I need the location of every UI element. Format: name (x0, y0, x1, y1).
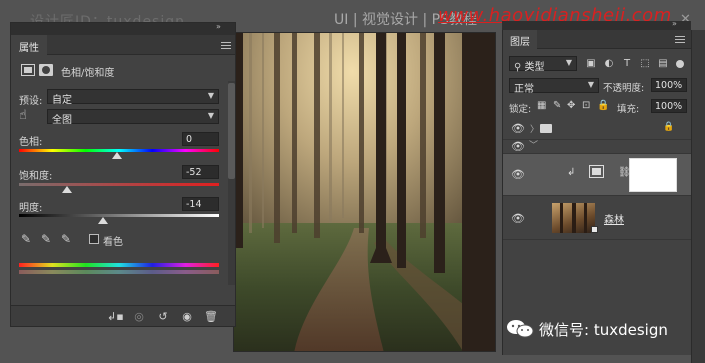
layers-title-bar[interactable]: » (502, 19, 691, 30)
saturation-slider-track[interactable] (19, 183, 219, 186)
preset-dropdown[interactable]: 自定 ▼ (47, 89, 219, 106)
eyedropper-plus-icon[interactable]: ✎ (41, 232, 51, 246)
layer-name-forest[interactable]: 森林 (604, 211, 624, 226)
chevron-right-icon[interactable]: 〉 (530, 122, 539, 135)
collapse-icon[interactable]: » (672, 19, 677, 28)
adjustment-layer-icon[interactable] (21, 64, 35, 76)
layer-row-group-expanded[interactable]: 👁 ﹀ (503, 140, 692, 154)
panel-menu-icon[interactable] (221, 42, 231, 49)
lock-transparent-icon[interactable]: ▦ (537, 100, 546, 111)
trash-icon[interactable]: 🗑 (203, 309, 219, 324)
tab-properties[interactable]: 属性 (11, 35, 47, 55)
hue-label: 色相: (19, 137, 43, 148)
layer-mask-thumbnail[interactable] (629, 158, 677, 192)
adjustment-layer-icon[interactable] (589, 165, 604, 178)
wechat-icon (506, 318, 534, 340)
visibility-eye-icon[interactable]: ◉ (179, 309, 195, 324)
fill-input[interactable]: 100% (651, 99, 687, 113)
lock-position-icon[interactable]: ✥ (567, 100, 575, 111)
layer-row-group[interactable]: 👁 〉 🔒 (503, 118, 692, 140)
visibility-eye-icon[interactable]: 👁 (511, 168, 525, 181)
layer-row-forest[interactable]: 👁 森林 (503, 196, 692, 240)
scrollbar-thumb[interactable] (228, 83, 235, 179)
blend-mode-dropdown[interactable]: 正常 ▼ (509, 78, 599, 95)
filter-shape-icon[interactable]: ⬚ (639, 58, 651, 69)
properties-panel: » 属性 色相/饱和度 预设: 自定 ▼ ☝ 全图 ▼ 色相: 0 饱和度: -… (10, 22, 236, 327)
eyedropper-minus-icon[interactable]: ✎ (61, 232, 71, 246)
filter-type-icon[interactable]: T (621, 58, 633, 69)
chevron-down-icon: ▼ (587, 80, 594, 89)
clip-to-layer-icon[interactable]: ↲▪ (107, 309, 124, 324)
preset-value: 自定 (52, 95, 72, 106)
chevron-down-icon[interactable]: ﹀ (529, 138, 538, 151)
lock-label: 锁定: (509, 104, 532, 115)
blend-mode-value: 正常 (514, 84, 534, 95)
hue-input[interactable]: 0 (182, 132, 219, 146)
source-color-bar (19, 263, 219, 267)
channel-dropdown[interactable]: 全图 ▼ (47, 109, 219, 126)
reset-icon[interactable]: ↺ (155, 309, 171, 324)
canvas-image[interactable] (233, 32, 496, 352)
result-color-bar (19, 270, 219, 274)
colorize-label: 看色 (103, 237, 123, 248)
channel-value: 全图 (52, 115, 72, 126)
filter-adjustment-icon[interactable]: ◐ (603, 58, 615, 69)
lightness-input[interactable]: -14 (182, 197, 219, 211)
chevron-down-icon: ▼ (565, 58, 572, 67)
layer-filter-dropdown[interactable]: ⚲ 类型 ▼ (509, 56, 577, 73)
visibility-eye-icon[interactable]: 👁 (511, 212, 525, 225)
properties-bottom-bar: ↲▪ ◎ ↺ ◉ 🗑 (11, 305, 235, 326)
saturation-label: 饱和度: (19, 171, 53, 182)
chevron-down-icon: ▼ (207, 111, 214, 120)
visibility-eye-icon[interactable]: 👁 (511, 140, 525, 153)
view-previous-icon[interactable]: ◎ (131, 309, 147, 324)
eyedropper-icon[interactable]: ✎ (21, 232, 31, 246)
filter-smart-object-icon[interactable]: ▤ (657, 58, 669, 69)
lock-icon: 🔒 (663, 122, 675, 132)
adjustment-title: 色相/饱和度 (61, 68, 115, 79)
layers-tab-row: 图层 (503, 30, 692, 49)
layer-thumbnail[interactable] (552, 203, 595, 233)
preset-label: 预设: (19, 96, 43, 107)
lock-all-icon[interactable]: 🔒 (597, 100, 609, 111)
panel-dock-strip (691, 30, 705, 363)
lightness-slider-track[interactable] (19, 214, 219, 217)
saturation-slider-thumb[interactable] (62, 186, 72, 193)
folder-icon (540, 124, 552, 133)
layer-row-hue-saturation[interactable]: 👁 ↲ ⛓ (503, 154, 692, 196)
panel-menu-icon[interactable] (675, 36, 685, 43)
wechat-watermark: 微信号: tuxdesign (539, 321, 668, 339)
lock-pixels-icon[interactable]: ✎ (553, 100, 561, 111)
hue-slider-thumb[interactable] (112, 152, 122, 159)
targeted-adjust-hand-icon[interactable]: ☝ (19, 108, 27, 123)
lightness-label: 明度: (19, 203, 43, 214)
colorize-checkbox[interactable] (89, 234, 99, 244)
panel-title-bar[interactable]: » (11, 22, 235, 35)
opacity-label: 不透明度: (603, 83, 645, 94)
clip-arrow-icon: ↲ (567, 167, 576, 178)
filter-type-value: 类型 (524, 62, 545, 73)
fill-label: 填充: (617, 104, 640, 115)
collapse-icon[interactable]: » (216, 22, 221, 31)
saturation-input[interactable]: -52 (182, 165, 219, 179)
forest-photo (234, 33, 495, 351)
filter-pixel-icon[interactable]: ▣ (585, 58, 597, 69)
search-icon: ⚲ (514, 62, 522, 73)
visibility-eye-icon[interactable]: 👁 (511, 122, 525, 135)
lightness-slider-thumb[interactable] (98, 217, 108, 224)
opacity-input[interactable]: 100% (651, 78, 687, 92)
layers-panel: 图层 ⚲ 类型 ▼ ▣ ◐ T ⬚ ▤ 正常 ▼ 不透明度: 100% 锁定: … (502, 30, 692, 355)
filter-toggle-icon[interactable] (676, 60, 684, 68)
tab-layers[interactable]: 图层 (503, 30, 537, 49)
properties-tab-row: 属性 (11, 35, 235, 55)
smart-object-icon (591, 226, 598, 233)
chevron-down-icon: ▼ (207, 91, 214, 100)
lock-artboard-icon[interactable]: ⊡ (582, 100, 590, 111)
mask-icon[interactable] (39, 64, 53, 76)
